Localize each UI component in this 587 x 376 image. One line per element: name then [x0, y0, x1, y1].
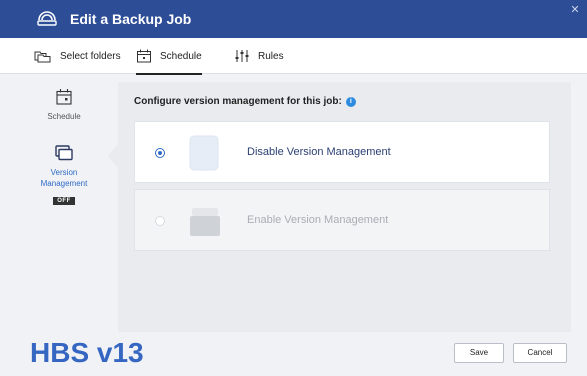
document-icon: [189, 135, 219, 171]
radio-enable[interactable]: [155, 216, 165, 226]
option-label: Enable Version Management: [247, 214, 389, 226]
active-pointer: [108, 144, 118, 168]
edit-backup-job-dialog: Edit a Backup Job ✕ Select folders Sched…: [0, 0, 587, 376]
info-icon[interactable]: i: [345, 96, 356, 107]
tab-schedule[interactable]: Schedule: [136, 38, 202, 75]
option-disable-version-management[interactable]: Disable Version Management: [134, 121, 550, 183]
calendar-icon: [56, 89, 72, 105]
version-management-panel: Configure version management for this jo…: [118, 82, 571, 332]
option-enable-version-management[interactable]: Enable Version Management: [134, 189, 550, 251]
sliders-icon: [235, 50, 249, 62]
sidebar-item-version-management[interactable]: Version Management OFF: [10, 144, 118, 207]
sidebar-item-label: Schedule: [47, 112, 81, 121]
dialog-title: Edit a Backup Job: [70, 11, 192, 27]
tab-bar: Select folders Schedule Rules: [0, 38, 587, 75]
sidebar-item-label-line1: Version: [50, 168, 78, 177]
folders-icon: [34, 51, 51, 63]
radio-disable[interactable]: [155, 148, 165, 158]
section-heading: Configure version management for this jo…: [134, 96, 356, 107]
tab-label: Schedule: [160, 50, 202, 62]
title-bar: Edit a Backup Job ✕: [0, 0, 587, 38]
tab-rules[interactable]: Rules: [234, 38, 284, 74]
status-badge: OFF: [53, 197, 75, 205]
sidebar-item-label-line2: Management: [40, 179, 88, 188]
heading-text: Configure version management for this jo…: [134, 96, 342, 107]
tab-select-folders[interactable]: Select folders: [34, 38, 121, 74]
layers-icon: [55, 145, 73, 161]
calendar-icon: [137, 49, 151, 63]
cancel-button[interactable]: Cancel: [513, 343, 567, 363]
save-button[interactable]: Save: [454, 343, 504, 363]
tab-label: Select folders: [60, 50, 121, 62]
versions-stack-icon: [190, 208, 220, 236]
close-icon[interactable]: ✕: [569, 4, 581, 16]
version-watermark: HBS v13: [30, 337, 144, 368]
sidebar-item-schedule[interactable]: Schedule: [10, 88, 118, 122]
side-navigation: Schedule Version Management OFF: [10, 74, 118, 336]
tab-label: Rules: [258, 50, 284, 62]
hybrid-backup-sync-icon: [37, 11, 57, 26]
option-label: Disable Version Management: [247, 146, 391, 158]
